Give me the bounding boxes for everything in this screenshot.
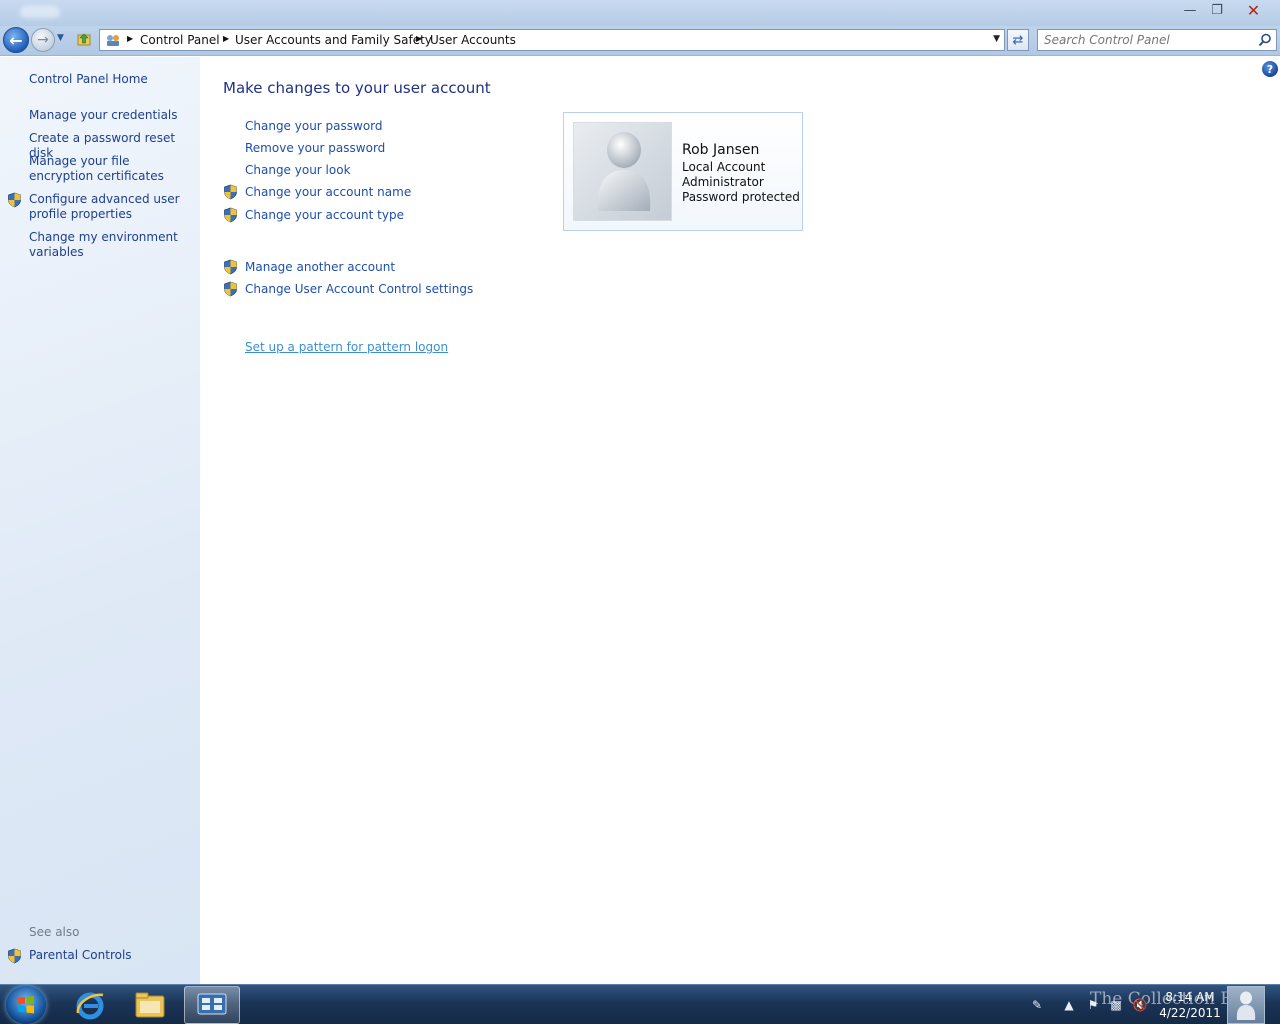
show-desktop-button[interactable] [1227,986,1265,1024]
navigation-bar: ← → ▼ ▶ Control Panel ▶ User Accounts an… [0,26,1280,56]
chevron-down-icon: ▼ [57,33,64,43]
window-title-bar: — ❐ ✕ [0,0,1280,26]
see-also-heading: See also [29,925,80,939]
volume-muted-icon[interactable]: 🔇 [1132,998,1148,1012]
account-role: Administrator [682,175,764,189]
control-panel-home-link[interactable]: Control Panel Home [29,72,189,87]
change-environment-variables-link[interactable]: Change my environment variables [29,230,189,260]
change-look-link[interactable]: Change your look [245,163,351,177]
control-panel-icon [197,993,227,1015]
breadcrumb-separator-icon[interactable]: ▶ [223,34,229,43]
window-title-blur [20,6,60,18]
help-icon: ? [1266,62,1274,76]
manage-credentials-link[interactable]: Manage your credentials [29,108,189,123]
remove-password-link[interactable]: Remove your password [245,141,385,155]
folder-up-icon [77,33,91,46]
change-password-link[interactable]: Change your password [245,119,383,133]
uac-shield-icon [224,207,237,223]
search-icon[interactable] [1258,33,1272,47]
page-title: Make changes to your user account [223,79,491,97]
minimize-button[interactable]: — [1177,0,1203,20]
change-account-type-link[interactable]: Change your account type [245,208,404,222]
parental-controls-link[interactable]: Parental Controls [29,948,189,963]
recent-pages-button[interactable]: ▼ [57,33,64,43]
uac-shield-icon [8,948,21,964]
restore-icon: ❐ [1211,2,1223,18]
clock-date: 4/22/2011 [1159,1006,1221,1020]
refresh-button[interactable]: ⇄ [1007,29,1029,51]
uac-shield-icon [224,259,237,275]
change-uac-settings-link[interactable]: Change User Account Control settings [245,282,473,296]
main-content: ? Make changes to your user account Chan… [200,57,1280,984]
breadcrumb-separator-icon[interactable]: ▶ [416,34,422,43]
back-arrow-icon: ← [9,30,23,50]
account-type: Local Account [682,160,766,174]
breadcrumb-control-panel[interactable]: Control Panel [140,33,220,47]
forward-arrow-icon: → [37,32,49,48]
up-level-button[interactable] [75,30,93,48]
back-button[interactable]: ← [3,27,29,53]
windows-explorer-icon [135,992,165,1018]
network-icon[interactable]: ▩ [1108,998,1124,1012]
help-button[interactable]: ? [1262,61,1278,77]
restore-button[interactable]: ❐ [1204,0,1230,20]
tablet-input-icon[interactable]: ✎ [1025,998,1049,1012]
start-button[interactable] [6,986,46,1024]
user-silhouette-icon [597,132,651,211]
breadcrumb-separator-icon[interactable]: ▶ [127,34,133,43]
breadcrumb-user-accounts[interactable]: User Accounts [430,33,516,47]
uac-shield-icon [8,192,21,208]
uac-shield-icon [224,184,237,200]
close-button[interactable]: ✕ [1231,0,1276,20]
taskbar-windows-explorer[interactable] [122,986,178,1024]
avatar[interactable] [573,122,672,221]
control-panel-icon [107,35,119,46]
search-box[interactable] [1037,29,1277,51]
address-bar[interactable]: ▶ Control Panel ▶ User Accounts and Fami… [99,29,1005,51]
uac-shield-icon [224,281,237,297]
search-input[interactable] [1044,33,1244,47]
pattern-logon-link[interactable]: Set up a pattern for pattern logon [245,340,448,354]
windows-logo-icon [18,996,34,1014]
task-pane: Control Panel Home Manage your credentia… [0,57,200,984]
user-thumbnail-icon [1236,991,1256,1020]
forward-button[interactable]: → [31,28,55,52]
account-password-status: Password protected [682,190,800,204]
change-account-name-link[interactable]: Change your account name [245,185,411,199]
configure-advanced-profile-link[interactable]: Configure advanced user profile properti… [29,192,189,222]
minimize-icon: — [1183,2,1197,18]
internet-explorer-icon [76,992,104,1020]
show-hidden-icons-button[interactable]: ▲ [1061,998,1077,1012]
clock-time: 8:14 AM [1165,990,1215,1004]
taskbar-internet-explorer[interactable] [62,986,118,1024]
taskbar: The Collection Book ✎ ▲ ⚑ ▩ 🔇 8:14 AM 4/… [0,984,1280,1024]
account-card: Rob Jansen Local Account Administrator P… [563,112,803,231]
taskbar-control-panel[interactable] [184,986,240,1024]
breadcrumb-user-accounts-family-safety[interactable]: User Accounts and Family Safety [235,33,432,47]
action-center-flag-icon[interactable]: ⚑ [1085,998,1101,1012]
manage-another-account-link[interactable]: Manage another account [245,260,395,274]
manage-file-encryption-link[interactable]: Manage your file encryption certificates [29,154,189,184]
address-history-dropdown[interactable]: ▼ [993,34,1000,44]
system-clock[interactable]: 8:14 AM 4/22/2011 [1155,989,1225,1021]
account-name: Rob Jansen [682,142,760,158]
refresh-icon: ⇄ [1012,32,1024,48]
close-icon: ✕ [1246,0,1261,20]
